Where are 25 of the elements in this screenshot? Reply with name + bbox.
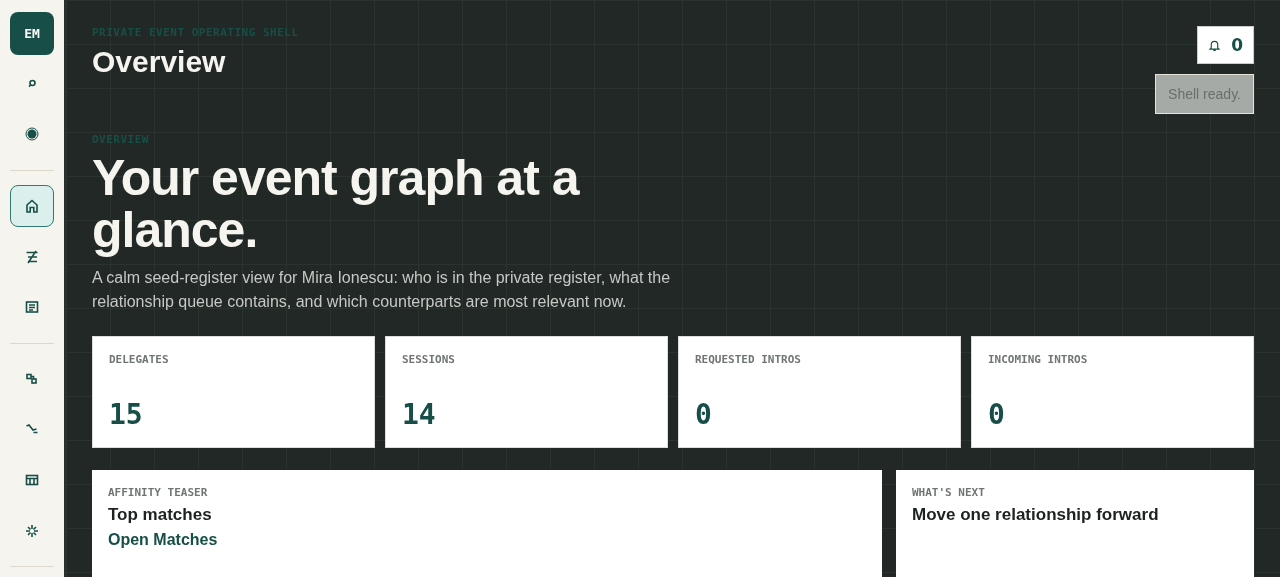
hero-title: Your event graph at a glance.: [92, 152, 581, 256]
stat-label: REQUESTED INTROS: [695, 353, 802, 366]
bell-icon: [1208, 38, 1222, 52]
user-avatar[interactable]: EM: [10, 12, 54, 55]
notifications-button[interactable]: 0: [1197, 26, 1254, 64]
stat-label: DELEGATES: [109, 353, 170, 366]
stat-value: 0: [695, 398, 713, 431]
stat-value: 0: [988, 398, 1006, 431]
stat-label: SESSIONS: [402, 353, 456, 366]
card-title: Top matches: [108, 505, 212, 525]
status-toast: Shell ready.: [1155, 74, 1254, 114]
stat-label: INCOMING INTROS: [988, 353, 1089, 366]
card-title: Move one relationship forward: [912, 505, 1159, 525]
spark-icon: [24, 522, 40, 539]
card-link[interactable]: Open Matches: [108, 531, 218, 549]
card-eyebrow: WHAT'S NEXT: [912, 486, 985, 499]
nav-button[interactable]: [10, 184, 54, 228]
home-icon: [24, 198, 40, 215]
page-title: Overview: [92, 45, 227, 79]
list-icon: [24, 299, 40, 316]
hero-description: A calm seed-register view for Mira Ionescu: who is in the private register, what the relationship queue contains, and which counterparts are most relevant now.: [92, 268, 672, 312]
card-eyebrow: AFFINITY TEASER: [108, 486, 208, 499]
radio-icon: [24, 126, 40, 143]
stat-value: 14: [402, 398, 437, 431]
stat-value: 15: [109, 398, 144, 431]
